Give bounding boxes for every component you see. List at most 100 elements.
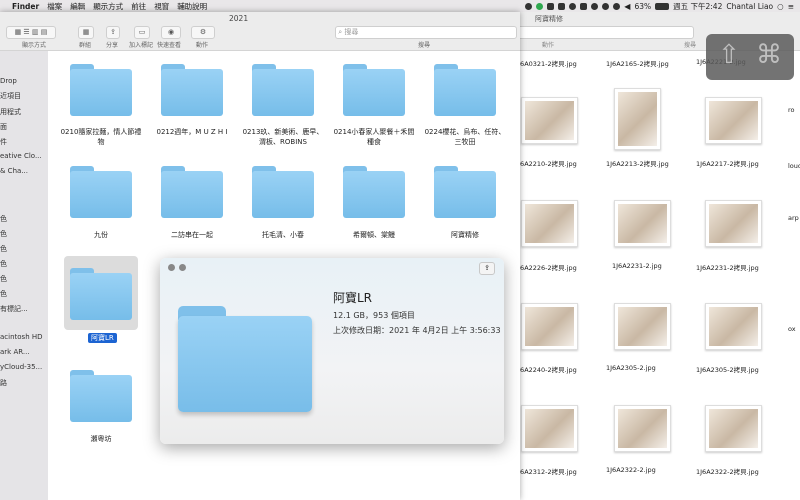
close-icon[interactable]: [168, 264, 175, 271]
sidebar-item-tag[interactable]: 色: [0, 259, 7, 269]
status-icon[interactable]: [558, 2, 566, 10]
folder-label[interactable]: 阿寶精修: [422, 230, 508, 240]
folder-icon: [178, 306, 312, 412]
folder-icon[interactable]: [252, 64, 314, 116]
menu-finder[interactable]: Finder: [8, 2, 43, 11]
menu-file[interactable]: 檔案: [43, 1, 66, 12]
image-thumbnail[interactable]: [614, 200, 671, 247]
file-name: 1J6A2305-2.jpg: [606, 364, 656, 372]
image-thumbnail[interactable]: [705, 200, 762, 247]
share-button[interactable]: ⇪: [106, 26, 120, 39]
folder-icon[interactable]: [161, 64, 223, 116]
file-name: 1J6A2305-2拷貝.jpg: [696, 366, 759, 374]
menu-go[interactable]: 前往: [127, 1, 150, 12]
folder-icon[interactable]: [70, 64, 132, 116]
volume-icon[interactable]: ◀: [624, 2, 630, 11]
menu-icon[interactable]: ≡: [788, 2, 794, 11]
status-icon[interactable]: [591, 2, 599, 10]
clock[interactable]: 週五 下午2:42: [673, 1, 722, 12]
image-thumbnail[interactable]: [614, 303, 671, 350]
sidebar-item-tag[interactable]: 色: [0, 229, 7, 239]
back-search-input[interactable]: [512, 26, 694, 39]
sidebar-item-applications[interactable]: 用程式: [0, 107, 21, 117]
search-input[interactable]: ⌕ 搜尋: [335, 26, 517, 39]
file-name: 1J6A2210-2拷貝.jpg: [514, 160, 577, 168]
sidebar-fragment: arp: [788, 214, 799, 222]
image-thumbnail[interactable]: [521, 200, 578, 247]
sidebar-item-documents[interactable]: 件: [0, 137, 7, 147]
image-thumbnail[interactable]: [521, 97, 578, 144]
sidebar-item-creative-cloud[interactable]: eative Clo...: [0, 152, 42, 160]
sidebar-item-tag[interactable]: 色: [0, 214, 7, 224]
view-mode-buttons[interactable]: ▦ ☰ ▥ ▤: [6, 26, 56, 39]
group-button[interactable]: ▦: [78, 26, 94, 39]
quicklook-size: 12.1 GB，953 個項目: [333, 311, 415, 320]
folder-label[interactable]: 九份: [58, 230, 144, 240]
selected-folder-label[interactable]: 阿寶LR: [88, 333, 117, 343]
action-button[interactable]: ⚙: [191, 26, 215, 39]
folder-label[interactable]: 0212週年，M U Z H I: [149, 127, 235, 137]
wifi-icon[interactable]: [613, 2, 621, 10]
folder-icon[interactable]: [434, 64, 496, 116]
folder-icon[interactable]: [161, 166, 223, 218]
image-thumbnail[interactable]: [614, 88, 661, 150]
folder-icon[interactable]: [70, 370, 132, 422]
sidebar-item-tag[interactable]: 色: [0, 274, 7, 284]
sidebar-item-tag[interactable]: 色: [0, 244, 7, 254]
file-name: 1J6A0321-2拷貝.jpg: [514, 60, 577, 68]
line-icon[interactable]: [536, 2, 544, 10]
sidebar-item-shared[interactable]: & Cha...: [0, 167, 28, 175]
tag-button[interactable]: ▭: [134, 26, 150, 39]
sidebar-item-airdrop[interactable]: Drop: [0, 77, 17, 85]
menu-window[interactable]: 視窗: [150, 1, 173, 12]
sidebar-item-recents[interactable]: 近項目: [0, 91, 21, 101]
folder-label[interactable]: 0210隨家拉麵，情人節禮物: [58, 127, 144, 147]
sidebar-item-mycloud[interactable]: yCloud-35...: [0, 363, 42, 371]
sidebar-item-desktop[interactable]: 面: [0, 122, 7, 132]
image-thumbnail[interactable]: [521, 405, 578, 452]
image-thumbnail[interactable]: [705, 303, 762, 350]
image-thumbnail[interactable]: [521, 303, 578, 350]
image-thumbnail[interactable]: [705, 405, 762, 452]
menu-view[interactable]: 顯示方式: [89, 1, 127, 12]
menu-help[interactable]: 輔助說明: [173, 1, 211, 12]
folder-label[interactable]: 二訪串在一起: [149, 230, 235, 240]
quicklook-button[interactable]: ◉: [161, 26, 181, 39]
status-icon[interactable]: [547, 2, 555, 10]
sidebar-item-macintosh-hd[interactable]: acintosh HD: [0, 333, 43, 341]
image-thumbnail[interactable]: [614, 405, 671, 452]
status-icon[interactable]: [580, 2, 588, 10]
window-title: 2021: [229, 14, 249, 23]
sidebar-item-disk[interactable]: ark AR...: [0, 348, 30, 356]
bluetooth-icon[interactable]: [602, 2, 610, 10]
folder-label[interactable]: 0224櫻花、烏布、任符、三牧田: [422, 127, 508, 147]
folder-icon[interactable]: [70, 166, 132, 218]
folder-label[interactable]: 托毛清、小春: [240, 230, 326, 240]
sidebar-item-tag[interactable]: 色: [0, 289, 7, 299]
quicklook-modified: 上次修改日期：2021 年 4月2日 上午 3:56:33: [333, 326, 501, 335]
battery-percent[interactable]: 63%: [634, 2, 651, 11]
sidebar-item-network[interactable]: 路: [0, 378, 7, 388]
folder-icon[interactable]: [343, 166, 405, 218]
sidebar-item-all-tags[interactable]: 有標記...: [0, 304, 28, 314]
status-icon[interactable]: [569, 2, 577, 10]
search-placeholder: 搜尋: [344, 28, 359, 36]
share-icon[interactable]: ⇪: [479, 262, 495, 275]
search-icon[interactable]: ○: [777, 2, 784, 11]
quicklook-panel: ⇪ 阿寶LR 12.1 GB，953 個項目 上次修改日期：2021 年 4月2…: [160, 258, 504, 444]
folder-label[interactable]: 0213玖、新美術、鹿早、渭板、ROBINS: [240, 127, 326, 147]
folder-label[interactable]: 瀬粵坊: [58, 434, 144, 444]
user-name[interactable]: Chantal Liao: [726, 2, 773, 11]
status-icon[interactable]: [525, 2, 533, 10]
folder-label[interactable]: 希爾頓、棠鰻: [331, 230, 417, 240]
folder-label[interactable]: 0214小春家人聚餐＋禾間種食: [331, 127, 417, 147]
image-thumbnail[interactable]: [705, 97, 762, 144]
search-label: 搜尋: [418, 42, 431, 49]
fullscreen-icon[interactable]: [179, 264, 186, 271]
folder-icon[interactable]: [343, 64, 405, 116]
battery-icon[interactable]: [655, 2, 670, 10]
folder-icon[interactable]: [252, 166, 314, 218]
folder-icon[interactable]: [70, 268, 132, 320]
folder-icon[interactable]: [434, 166, 496, 218]
menu-edit[interactable]: 編輯: [66, 1, 89, 12]
